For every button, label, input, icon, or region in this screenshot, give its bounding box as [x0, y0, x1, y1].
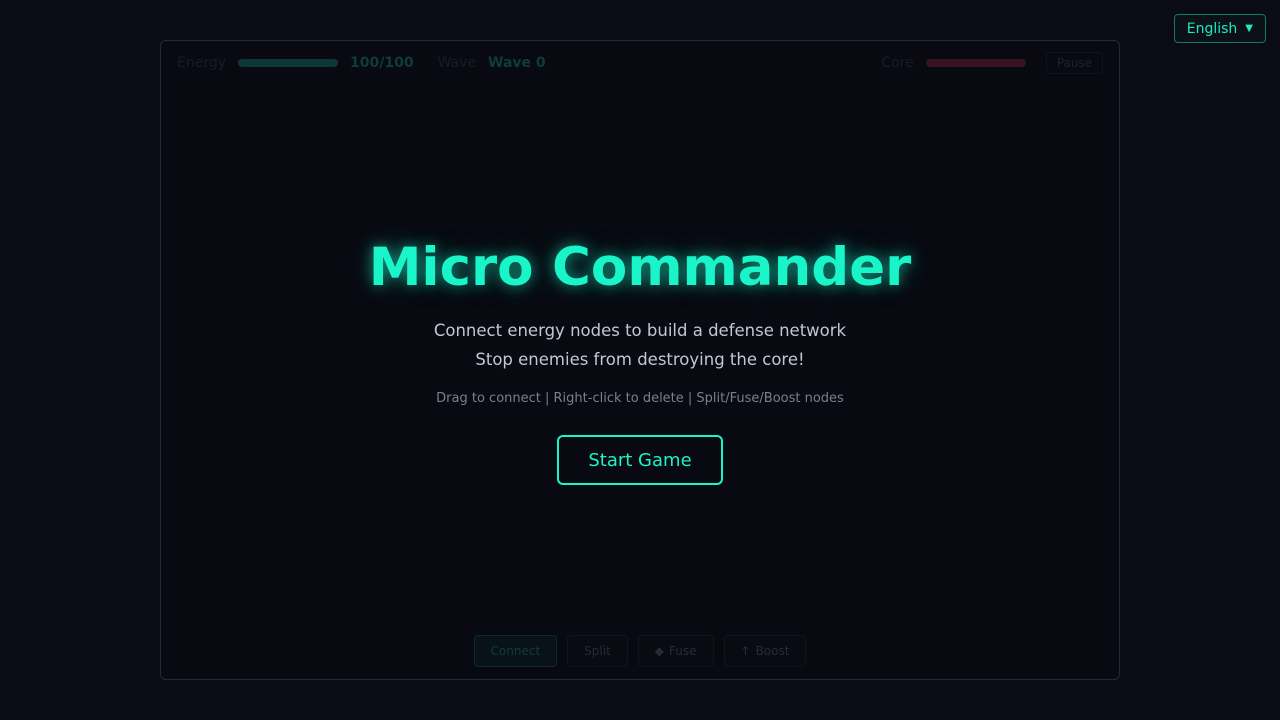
- start-overlay: Micro Commander Connect energy nodes to …: [161, 41, 1119, 679]
- start-game-button[interactable]: Start Game: [557, 435, 723, 485]
- game-canvas[interactable]: Energy 100/100 Wave Wave 0 Core Pause Co…: [160, 40, 1120, 680]
- subtitle-line-1: Connect energy nodes to build a defense …: [433, 321, 847, 340]
- subtitle-line-2: Stop enemies from destroying the core!: [475, 350, 805, 369]
- language-label: English: [1186, 20, 1238, 37]
- game-title: Micro Commander: [368, 237, 912, 298]
- controls-hint: Drag to connect | Right-click to delete …: [436, 391, 844, 406]
- language-select[interactable]: English ▼: [1173, 14, 1266, 43]
- chevron-down-icon: ▼: [1245, 23, 1253, 34]
